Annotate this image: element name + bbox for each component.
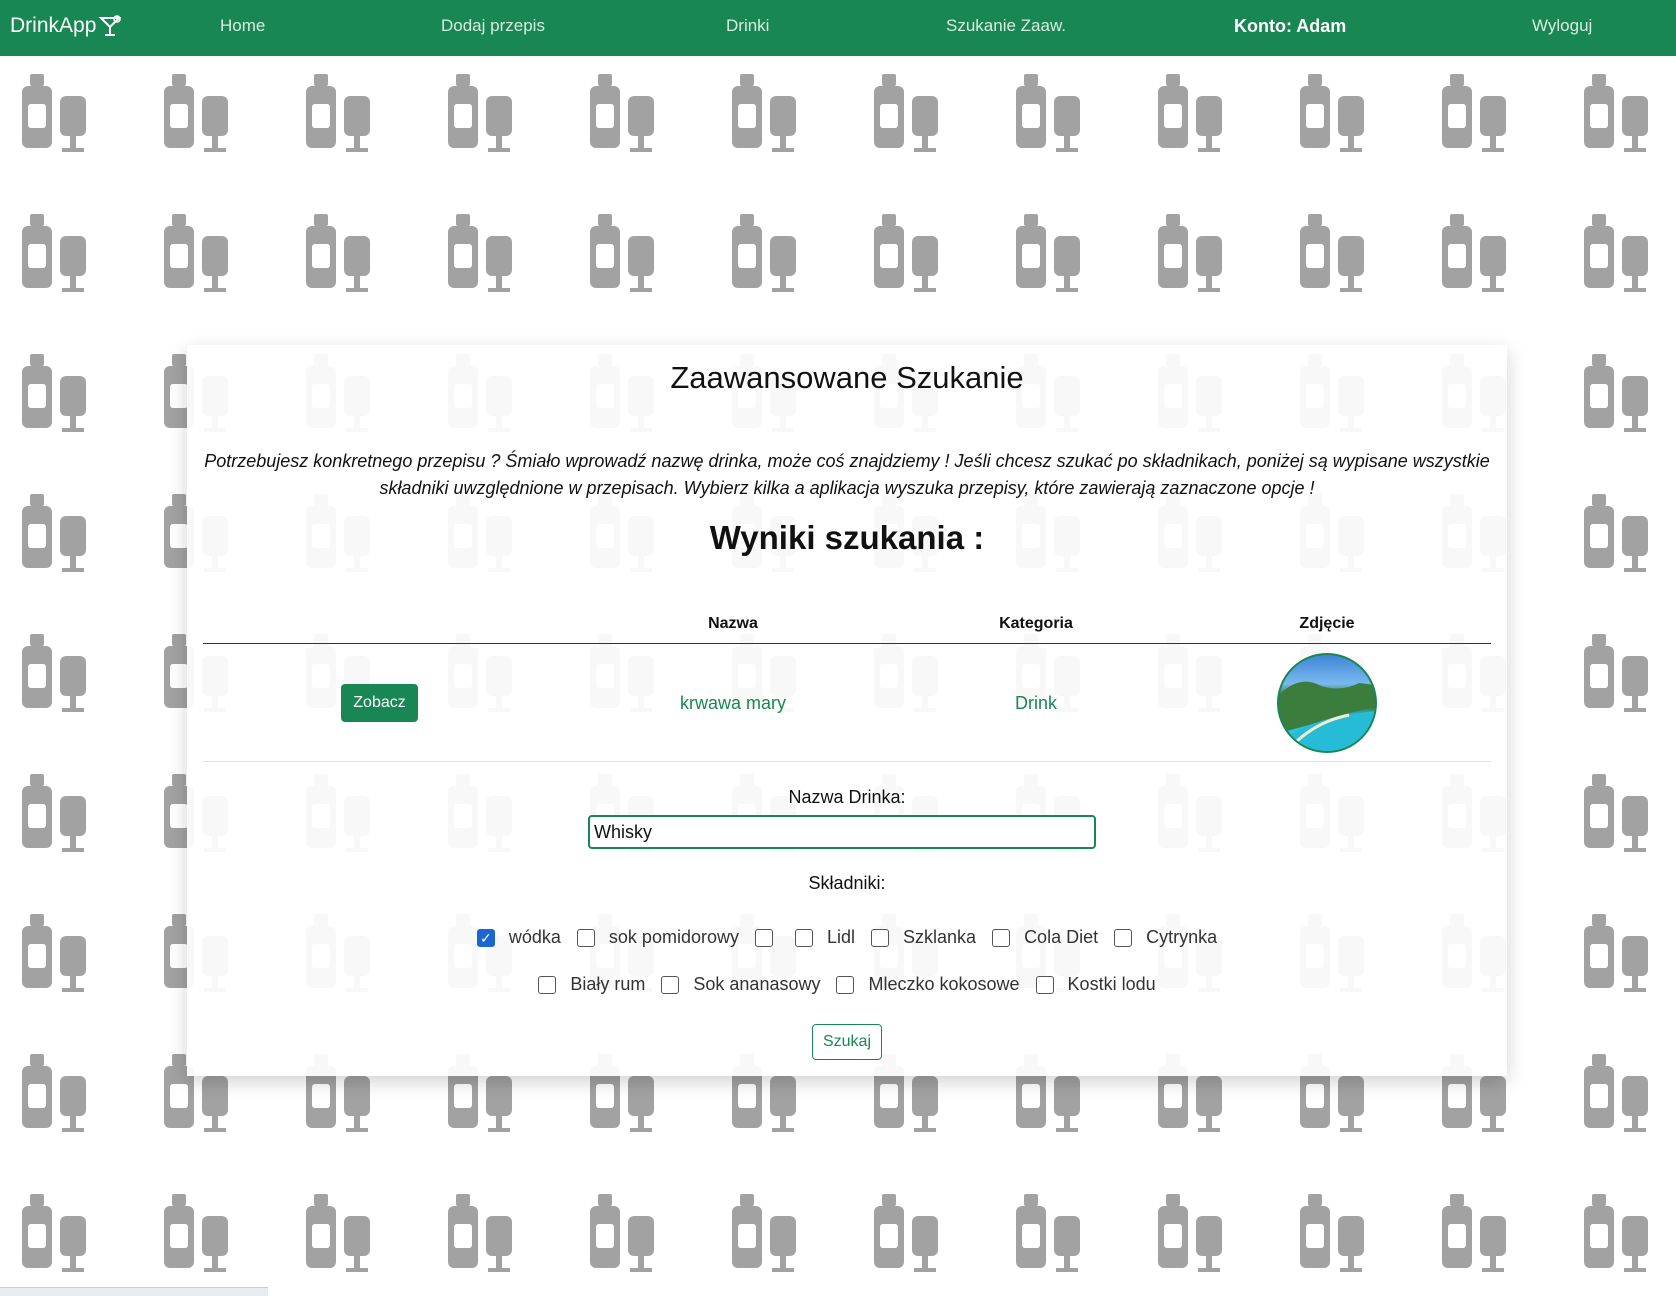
brand-name: DrinkApp xyxy=(10,14,97,37)
ingredient-checkbox[interactable]: sok pomidorowy xyxy=(576,927,739,948)
advanced-search-card: Zaawansowane Szukanie Potrzebujesz konkr… xyxy=(187,345,1507,1076)
checkbox[interactable] xyxy=(1035,975,1054,994)
checkbox[interactable] xyxy=(661,975,680,994)
view-button[interactable]: Zobacz xyxy=(341,684,418,722)
column-header-photo: Zdjęcie xyxy=(1299,615,1355,632)
drink-photo xyxy=(1277,653,1377,753)
checkbox[interactable] xyxy=(754,928,773,947)
ingredient-checkbox[interactable]: Biały rum xyxy=(538,974,645,995)
results-heading: Wyniki szukania : xyxy=(709,519,985,556)
ingredient-checkbox[interactable] xyxy=(754,928,779,947)
checkbox[interactable] xyxy=(1114,928,1133,947)
ingredient-checkbox[interactable]: Kostki lodu xyxy=(1035,974,1156,995)
page-title: Zaawansowane Szukanie xyxy=(670,360,1024,395)
checkbox[interactable] xyxy=(992,928,1011,947)
ingredient-label: Mleczko kokosowe xyxy=(868,974,1020,994)
drink-name-label: Nazwa Drinka: xyxy=(788,787,906,807)
ingredients-row-1: ✓ wódka sok pomidorowy Lidl Szklanka Col… xyxy=(187,927,1507,948)
ingredient-label: Biały rum xyxy=(570,974,646,994)
checkbox[interactable] xyxy=(794,928,813,947)
ingredient-label: Cytrynka xyxy=(1146,927,1218,947)
checkbox-checked[interactable]: ✓ xyxy=(476,928,495,947)
ingredient-checkbox[interactable]: ✓ wódka xyxy=(476,927,561,948)
ingredient-label: Cola Diet xyxy=(1024,927,1099,947)
ingredient-label: Lidl xyxy=(826,927,856,947)
nav-advanced-search[interactable]: Szukanie Zaaw. xyxy=(946,16,1066,36)
column-header-name: Nazwa xyxy=(708,615,758,632)
nav-home[interactable]: Home xyxy=(220,16,265,36)
drink-name-link[interactable]: krwawa mary xyxy=(680,693,786,714)
ingredient-label: Szklanka xyxy=(903,927,977,947)
nav-logout[interactable]: Wyloguj xyxy=(1532,16,1592,36)
brand[interactable]: DrinkApp xyxy=(10,14,122,38)
ingredient-checkbox[interactable]: Cola Diet xyxy=(992,927,1098,948)
cocktail-glass-icon xyxy=(98,15,122,36)
table-header-divider xyxy=(203,643,1491,644)
intro-text: Potrzebujesz konkretnego przepisu ? Śmia… xyxy=(204,451,1490,498)
photo-landscape xyxy=(1279,681,1375,751)
ingredient-label: Sok ananasowy xyxy=(693,974,821,994)
ingredients-row-2: Biały rum Sok ananasowy Mleczko kokosowe… xyxy=(187,974,1507,995)
ingredient-checkbox[interactable]: Mleczko kokosowe xyxy=(836,974,1020,995)
ingredient-checkbox[interactable]: Szklanka xyxy=(871,927,976,948)
ingredient-label: wódka xyxy=(508,927,561,947)
navbar: DrinkApp Home Dodaj przepis Drinki Szuka… xyxy=(0,0,1676,56)
drink-category: Drink xyxy=(1014,693,1058,713)
checkbox[interactable] xyxy=(836,975,855,994)
ingredient-checkbox[interactable]: Sok ananasowy xyxy=(661,974,820,995)
table-row-divider xyxy=(203,761,1491,762)
ingredient-checkbox[interactable]: Cytrynka xyxy=(1114,927,1217,948)
ingredient-label: sok pomidorowy xyxy=(608,927,739,947)
search-button[interactable]: Szukaj xyxy=(812,1024,882,1060)
ingredients-label: Składniki: xyxy=(808,873,886,893)
nav-add-recipe[interactable]: Dodaj przepis xyxy=(441,16,545,36)
ingredient-label: Kostki lodu xyxy=(1067,974,1156,994)
nav-account[interactable]: Konto: Adam xyxy=(1234,16,1346,37)
checkbox[interactable] xyxy=(576,928,595,947)
ingredient-checkbox[interactable]: Lidl xyxy=(794,927,856,948)
checkbox[interactable] xyxy=(871,928,890,947)
nav-drinks[interactable]: Drinki xyxy=(726,16,769,36)
drink-name-input[interactable] xyxy=(588,815,1096,849)
checkbox[interactable] xyxy=(538,975,557,994)
column-header-category: Kategoria xyxy=(999,615,1073,632)
browser-status-bar xyxy=(0,1287,268,1296)
